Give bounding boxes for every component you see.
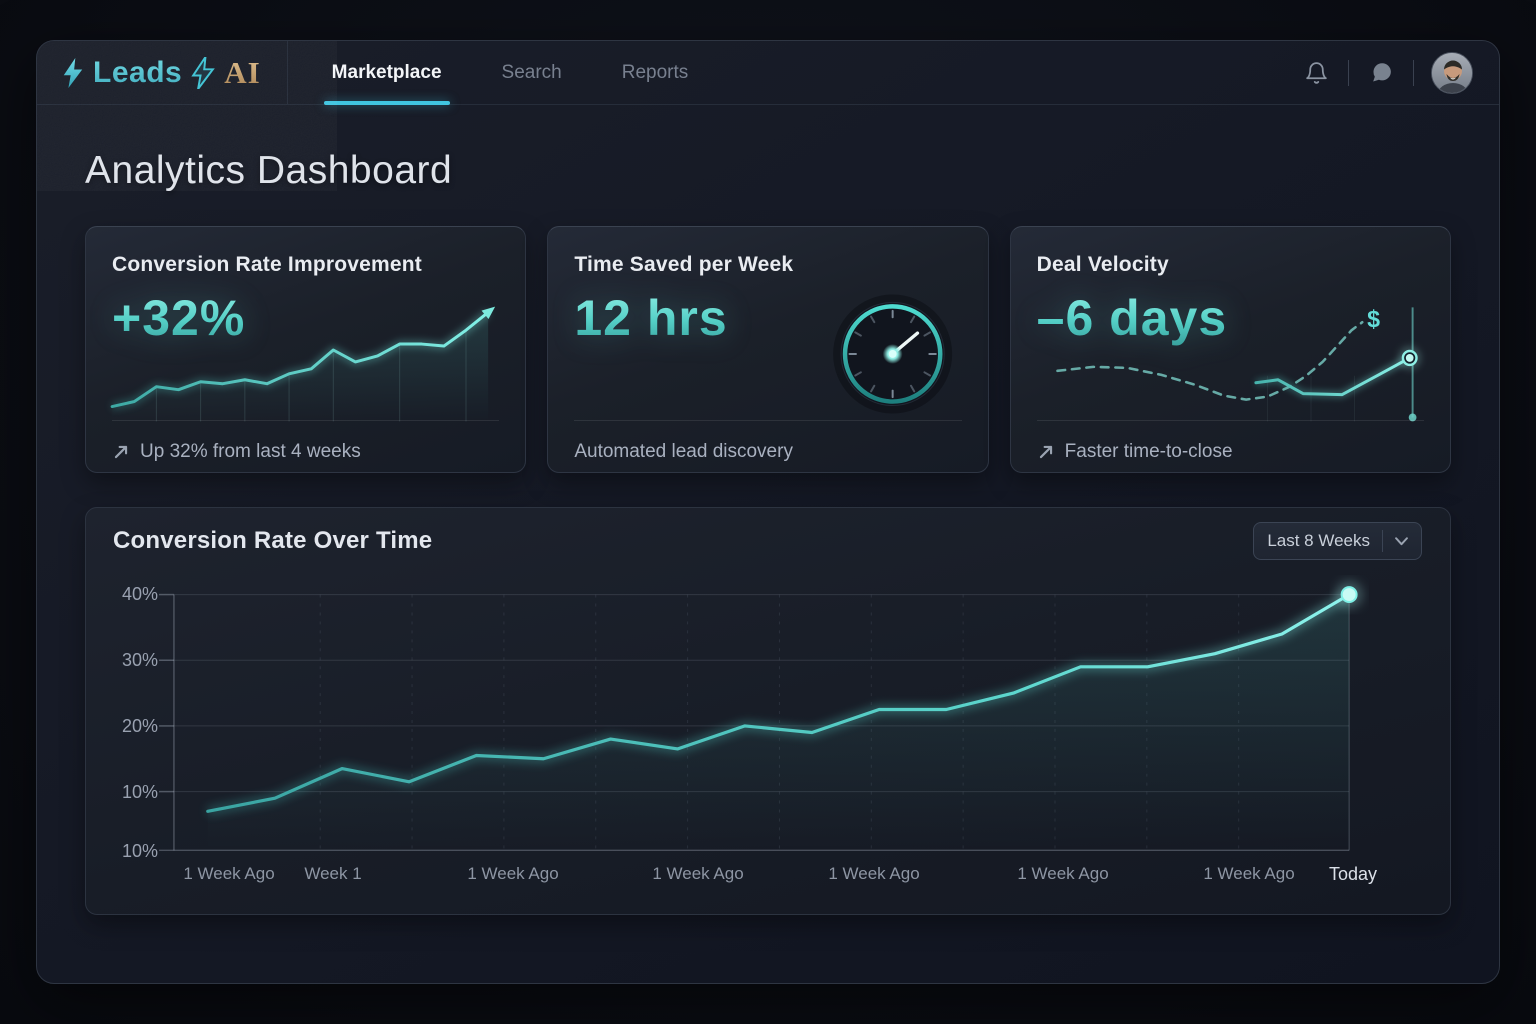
- tab-reports[interactable]: Reports: [592, 41, 719, 104]
- x-tick-label: 1 Week Ago: [467, 864, 559, 883]
- card-footer: Automated lead discovery: [574, 432, 961, 472]
- app-logo[interactable]: Leads AI: [61, 41, 288, 104]
- x-tick-label: 1 Week Ago: [1017, 864, 1109, 883]
- dollar-marker: $: [1367, 306, 1380, 332]
- card-divider: [574, 420, 962, 421]
- card-value: +32%: [112, 290, 246, 346]
- card-footer-text: Up 32% from last 4 weeks: [140, 441, 361, 462]
- y-tick-label: 20%: [121, 716, 158, 736]
- card-footer: Faster time-to-close: [1037, 432, 1424, 472]
- navbar-actions: [1301, 51, 1473, 94]
- card-divider: [1036, 420, 1424, 421]
- navbar: Leads AI Marketplace Search Reports: [37, 41, 1499, 105]
- logo-text-ai: AI: [224, 54, 261, 90]
- conversion-line-chart: [159, 580, 1364, 852]
- tab-marketplace-label: Marketplace: [331, 61, 442, 83]
- kpi-cards-row: Conversion Rate Improvement +32% Up 32% …: [85, 226, 1451, 473]
- nav-tabs: Marketplace Search Reports: [302, 41, 719, 105]
- avatar-image: [1432, 52, 1472, 93]
- card-conversion-rate-improvement: Conversion Rate Improvement +32% Up 32% …: [85, 226, 527, 473]
- main-content: Analytics Dashboard Conversion Rate Impr…: [37, 149, 1499, 915]
- bell-icon: [1305, 62, 1327, 84]
- y-tick-label: 10%: [121, 782, 158, 802]
- card-deal-velocity: Deal Velocity –6 days $ Faster time-to-c…: [1009, 226, 1451, 473]
- card-divider: [112, 420, 500, 421]
- chat-icon: [1372, 63, 1391, 82]
- navbar-divider: [1348, 59, 1349, 86]
- notifications-button[interactable]: [1301, 58, 1331, 88]
- messages-button[interactable]: [1366, 58, 1396, 88]
- card-footer-text: Faster time-to-close: [1064, 441, 1233, 462]
- card-title: Deal Velocity: [1036, 253, 1169, 276]
- x-tick-label: 1 Week Ago: [828, 864, 920, 883]
- card-value: 12 hrs: [574, 290, 728, 346]
- app-window: Leads AI Marketplace Search Reports Anal…: [36, 40, 1500, 984]
- navbar-divider: [1413, 59, 1414, 86]
- lightning-bolt-icon: [63, 57, 83, 88]
- card-value: –6 days: [1036, 290, 1228, 346]
- card-title: Time Saved per Week: [574, 253, 794, 276]
- card-footer-text: Automated lead discovery: [574, 441, 793, 462]
- y-tick-label: 10%: [121, 841, 158, 861]
- page-title: Analytics Dashboard: [85, 149, 453, 192]
- trend-up-arrow-icon: [114, 445, 128, 459]
- x-tick-label: 1 Week Ago: [1203, 864, 1295, 883]
- y-tick-label: 30%: [121, 650, 158, 670]
- trend-up-arrow-icon: [1039, 445, 1052, 459]
- card-title: Conversion Rate Improvement: [112, 253, 422, 276]
- avatar[interactable]: [1431, 51, 1473, 94]
- x-tick-label-today: Today: [1328, 864, 1378, 884]
- tab-marketplace[interactable]: Marketplace: [302, 41, 472, 105]
- tab-search-label: Search: [501, 61, 562, 83]
- tab-reports-label: Reports: [621, 61, 689, 83]
- y-tick-label: 40%: [121, 584, 158, 604]
- card-time-saved: Time Saved per Week 12 hrs Automated lea…: [547, 226, 989, 473]
- lightning-bolt-outline-icon: [191, 56, 216, 89]
- conversion-chart-panel: Conversion Rate Over Time Last 8 Weeks 4…: [85, 507, 1451, 915]
- card-footer: Up 32% from last 4 weeks: [112, 432, 499, 472]
- tab-search[interactable]: Search: [472, 41, 592, 104]
- x-tick-label: Week 1: [304, 864, 362, 883]
- x-tick-label: 1 Week Ago: [183, 864, 275, 883]
- logo-text-leads: Leads: [93, 55, 183, 89]
- active-tab-underline: [323, 101, 450, 105]
- x-tick-label: 1 Week Ago: [652, 864, 744, 883]
